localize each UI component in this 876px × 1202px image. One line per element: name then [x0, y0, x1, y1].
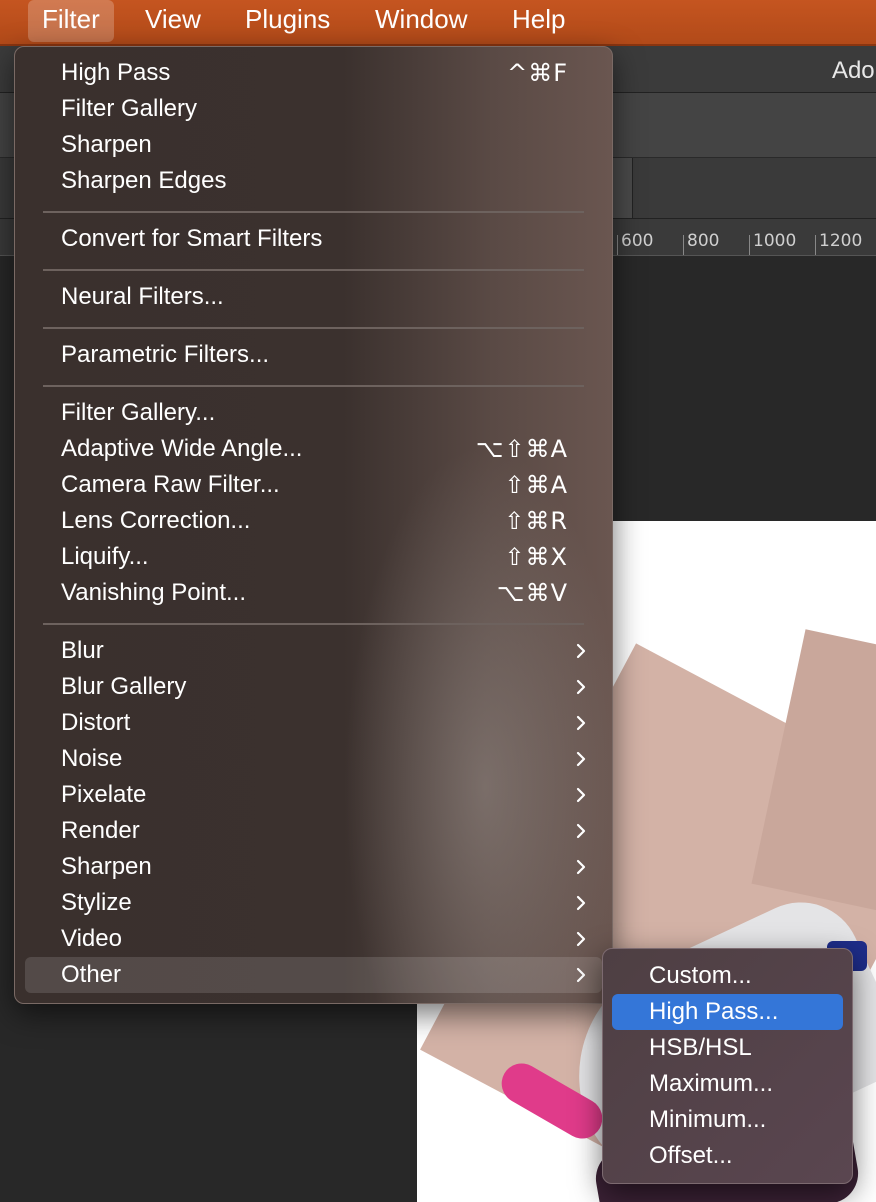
menu-item-render[interactable]: Render	[25, 813, 602, 849]
submenu-item-label: Custom...	[649, 962, 752, 989]
menu-item-vanishing-point[interactable]: Vanishing Point... ⌥⌘V	[25, 575, 602, 611]
chevron-right-icon	[576, 679, 586, 695]
menu-item-distort[interactable]: Distort	[25, 705, 602, 741]
menu-item-label: Filter Gallery	[61, 95, 198, 122]
chevron-right-icon	[576, 859, 586, 875]
menu-item-pixelate[interactable]: Pixelate	[25, 777, 602, 813]
submenu-item-label: High Pass...	[649, 998, 779, 1025]
menu-bar: Filter View Plugins Window Help	[0, 0, 876, 46]
submenu-item-label: HSB/HSL	[649, 1034, 752, 1061]
menu-separator	[43, 623, 584, 625]
shortcut-label: ⌥⌘V	[496, 579, 568, 607]
ruler-label: 1200	[819, 231, 863, 251]
submenu-item-maximum[interactable]: Maximum...	[612, 1066, 843, 1102]
menu-item-label: Pixelate	[61, 781, 147, 808]
menu-item-label: Neural Filters...	[61, 283, 224, 310]
menu-view[interactable]: View	[131, 0, 215, 42]
menu-plugins[interactable]: Plugins	[231, 0, 344, 42]
menu-separator	[43, 269, 584, 271]
submenu-item-minimum[interactable]: Minimum...	[612, 1102, 843, 1138]
menu-item-label: High Pass	[61, 59, 171, 86]
menu-window[interactable]: Window	[361, 0, 481, 42]
shortcut-label: ^⌘F	[507, 59, 568, 87]
chevron-right-icon	[576, 823, 586, 839]
menu-item-label: Sharpen	[61, 853, 152, 880]
filter-menu: High Pass ^⌘F Filter Gallery Sharpen Sha…	[14, 46, 613, 1004]
menu-item-noise[interactable]: Noise	[25, 741, 602, 777]
ruler-label: 1000	[753, 231, 797, 251]
submenu-item-label: Maximum...	[649, 1070, 774, 1097]
submenu-item-custom[interactable]: Custom...	[612, 958, 843, 994]
menu-item-label: Lens Correction...	[61, 507, 251, 534]
menu-item-label: Filter Gallery...	[61, 399, 216, 426]
shortcut-label: ⇧⌘A	[504, 471, 568, 499]
menu-item-video[interactable]: Video	[25, 921, 602, 957]
menu-filter[interactable]: Filter	[28, 0, 114, 42]
menu-separator	[43, 211, 584, 213]
menu-item-convert-smart-filters[interactable]: Convert for Smart Filters	[25, 221, 602, 257]
submenu-item-label: Minimum...	[649, 1106, 767, 1133]
menu-item-label: Camera Raw Filter...	[61, 471, 280, 498]
menu-item-label: Noise	[61, 745, 123, 772]
app-title: Adol	[831, 57, 876, 84]
menu-item-label: Distort	[61, 709, 131, 736]
ruler-label: 800	[687, 231, 720, 251]
menu-separator	[43, 327, 584, 329]
menu-item-label: Render	[61, 817, 140, 844]
chevron-right-icon	[576, 787, 586, 803]
submenu-item-offset[interactable]: Offset...	[612, 1138, 843, 1174]
chevron-right-icon	[576, 967, 586, 983]
menu-item-neural-filters[interactable]: Neural Filters...	[25, 279, 602, 315]
menu-item-sharpen[interactable]: Sharpen	[25, 849, 602, 885]
submenu-item-hsb-hsl[interactable]: HSB/HSL	[612, 1030, 843, 1066]
menu-item-blur[interactable]: Blur	[25, 633, 602, 669]
menu-item-lens-correction[interactable]: Lens Correction... ⇧⌘R	[25, 503, 602, 539]
menu-item-filter-gallery-last[interactable]: Filter Gallery	[25, 91, 602, 127]
shortcut-label: ⌥⇧⌘A	[475, 435, 568, 463]
shortcut-label: ⇧⌘X	[504, 543, 568, 571]
menu-item-label: Stylize	[61, 889, 132, 916]
menu-item-label: Adaptive Wide Angle...	[61, 435, 303, 462]
menu-item-label: Convert for Smart Filters	[61, 225, 323, 252]
menu-item-camera-raw-filter[interactable]: Camera Raw Filter... ⇧⌘A	[25, 467, 602, 503]
menu-item-label: Sharpen Edges	[61, 167, 227, 194]
menu-item-sharpen-edges-last[interactable]: Sharpen Edges	[25, 163, 602, 199]
submenu-item-label: Offset...	[649, 1142, 733, 1169]
chevron-right-icon	[576, 643, 586, 659]
menu-item-blur-gallery[interactable]: Blur Gallery	[25, 669, 602, 705]
chevron-right-icon	[576, 931, 586, 947]
menu-item-adaptive-wide-angle[interactable]: Adaptive Wide Angle... ⌥⇧⌘A	[25, 431, 602, 467]
menu-item-stylize[interactable]: Stylize	[25, 885, 602, 921]
menu-item-other[interactable]: Other	[25, 957, 602, 993]
menu-item-label: Vanishing Point...	[61, 579, 247, 606]
shortcut-label: ⇧⌘R	[504, 507, 568, 535]
menu-item-parametric-filters[interactable]: Parametric Filters...	[25, 337, 602, 373]
chevron-right-icon	[576, 751, 586, 767]
chevron-right-icon	[576, 715, 586, 731]
menu-item-label: Blur	[61, 637, 104, 664]
chevron-right-icon	[576, 895, 586, 911]
other-submenu: Custom... High Pass... HSB/HSL Maximum..…	[602, 948, 853, 1184]
menu-item-label: Other	[61, 961, 122, 988]
menu-item-label: Video	[61, 925, 122, 952]
menu-item-label: Sharpen	[61, 131, 152, 158]
menu-item-label: Parametric Filters...	[61, 341, 270, 368]
menu-separator	[43, 385, 584, 387]
menu-item-high-pass-last[interactable]: High Pass ^⌘F	[25, 55, 602, 91]
menu-help[interactable]: Help	[498, 0, 579, 42]
menu-item-label: Liquify...	[61, 543, 149, 570]
menu-item-liquify[interactable]: Liquify... ⇧⌘X	[25, 539, 602, 575]
submenu-item-high-pass[interactable]: High Pass...	[612, 994, 843, 1030]
ruler-label: 600	[621, 231, 654, 251]
menu-item-label: Blur Gallery	[61, 673, 187, 700]
menu-item-sharpen-last[interactable]: Sharpen	[25, 127, 602, 163]
menu-item-filter-gallery[interactable]: Filter Gallery...	[25, 395, 602, 431]
